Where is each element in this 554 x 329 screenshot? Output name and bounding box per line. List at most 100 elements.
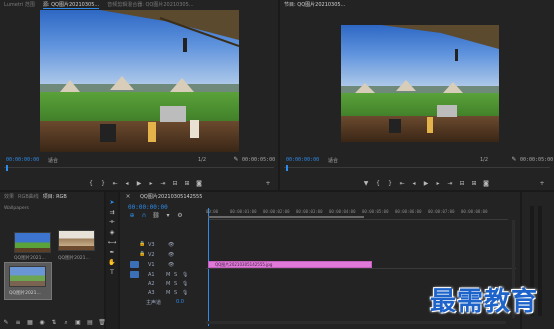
program-video-frame[interactable]	[341, 25, 499, 142]
eye-icon[interactable]: 👁	[168, 252, 174, 258]
master-volume[interactable]: 0.0	[176, 299, 184, 305]
mic-icon[interactable]: 🎙	[182, 272, 188, 278]
mark-out-icon[interactable]: }	[387, 180, 394, 188]
list-view-icon[interactable]: ≡	[14, 319, 22, 327]
project-item-thumbnail[interactable]	[58, 230, 95, 251]
program-fit-select[interactable]: 适合	[328, 157, 338, 164]
tab-sequence[interactable]: QQ图片20210305142555	[140, 193, 202, 200]
mute-button[interactable]: M	[166, 272, 170, 278]
wrench-icon[interactable]: ✎	[510, 156, 518, 164]
timeline-timecode[interactable]: 00:00:00:00	[128, 204, 168, 211]
mute-button[interactable]: M	[166, 290, 170, 296]
solo-button[interactable]: S	[174, 272, 177, 278]
go-to-in-icon[interactable]: ⇤	[112, 180, 119, 188]
solo-button[interactable]: S	[174, 290, 177, 296]
source-patch-v1[interactable]	[130, 261, 139, 268]
pencil-icon[interactable]: ✎	[2, 319, 10, 327]
settings-icon[interactable]: ⚙	[176, 212, 184, 220]
icon-view-icon[interactable]: ▦	[26, 319, 34, 327]
source-monitor-panel: Lumetri 范围 源: QQ图片20210305... 音频剪辑混合器: Q…	[0, 0, 278, 190]
program-playhead[interactable]	[286, 165, 288, 171]
tab-source[interactable]: 源: QQ图片20210305...	[42, 1, 100, 9]
tab-project[interactable]: 项目: RGB	[43, 193, 67, 200]
go-to-out-icon[interactable]: ⇥	[447, 180, 454, 188]
lock-icon[interactable]: 🔒	[139, 241, 148, 248]
extract-icon[interactable]: ⊞	[471, 180, 478, 188]
project-search-field[interactable]: Wallpapers	[4, 206, 29, 211]
project-panel: 效果 RGB曲线 项目: RGB Wallpapers QQ图片2021... …	[0, 192, 106, 329]
step-forward-icon[interactable]: ▸	[435, 180, 442, 188]
tab-lumetri-scopes[interactable]: Lumetri 范围	[4, 1, 35, 8]
sort-icon[interactable]: ⇅	[50, 319, 58, 327]
razor-tool-icon[interactable]: ◈	[108, 228, 116, 236]
program-scrubber[interactable]	[284, 167, 550, 171]
clip-label: QQ图片20210305142555.jpg	[215, 262, 273, 267]
eye-icon[interactable]: 👁	[168, 262, 174, 268]
add-marker-icon[interactable]: ▾	[164, 212, 172, 220]
step-forward-icon[interactable]: ▸	[148, 180, 155, 188]
ruler-tick: 00:00:05:00	[362, 209, 389, 214]
close-icon[interactable]: ×	[124, 193, 132, 201]
insert-icon[interactable]: ⊟	[172, 180, 179, 188]
track-select-icon[interactable]: ⇉	[108, 208, 116, 216]
tab-rgb-curves[interactable]: RGB曲线	[18, 193, 39, 200]
wrench-icon[interactable]: ✎	[232, 156, 240, 164]
project-item-thumbnail[interactable]	[9, 266, 46, 287]
camera-icon[interactable]: ◙	[483, 180, 490, 188]
lift-icon[interactable]: ⊟	[459, 180, 466, 188]
ripple-edit-icon[interactable]: ⟛	[108, 218, 116, 226]
new-bin-icon[interactable]: ▣	[74, 319, 82, 327]
source-fit-select[interactable]: 适合	[48, 157, 58, 164]
source-patch-a1[interactable]	[130, 271, 139, 278]
trash-icon[interactable]: 🗑	[98, 319, 106, 327]
step-back-icon[interactable]: ◂	[124, 180, 131, 188]
mark-in-icon[interactable]: {	[88, 180, 95, 188]
mic-icon[interactable]: 🎙	[182, 290, 188, 296]
slip-tool-icon[interactable]: ⟷	[108, 238, 117, 246]
project-item-label: QQ图片2021...	[9, 291, 41, 296]
nest-icon[interactable]: ⊕	[128, 212, 136, 220]
mark-out-icon[interactable]: }	[100, 180, 107, 188]
hand-tool-icon[interactable]: ✋	[108, 258, 116, 266]
selection-tool-icon[interactable]: ➤	[108, 198, 116, 206]
source-timecode[interactable]: 00:00:00:00	[6, 157, 39, 163]
search-icon[interactable]: ⌕	[62, 319, 70, 327]
tab-audio-clip-mixer[interactable]: 音频剪辑混合器: QQ图片20210305...	[107, 1, 193, 8]
marker-icon[interactable]: ▼	[363, 180, 370, 188]
timeline-work-area-bar[interactable]	[208, 216, 364, 218]
source-monitor-tabs: Lumetri 范围 源: QQ图片20210305... 音频剪辑混合器: Q…	[0, 0, 278, 9]
mute-button[interactable]: M	[166, 281, 170, 287]
timeline-clip[interactable]: QQ图片20210305142555.jpg	[208, 261, 372, 268]
pen-tool-icon[interactable]: ✒	[108, 248, 116, 256]
linked-selection-icon[interactable]: ⛓	[152, 212, 160, 220]
play-icon[interactable]: ▶	[136, 180, 143, 188]
timeline-tabs: × QQ图片20210305142555	[120, 192, 520, 201]
go-to-in-icon[interactable]: ⇤	[399, 180, 406, 188]
eye-icon[interactable]: 👁	[168, 242, 174, 248]
timeline-horizontal-scrollbar[interactable]	[206, 321, 506, 324]
add-button-icon[interactable]: +	[264, 180, 272, 188]
mic-icon[interactable]: 🎙	[182, 281, 188, 287]
step-back-icon[interactable]: ◂	[411, 180, 418, 188]
program-timecode[interactable]: 00:00:00:00	[286, 157, 319, 163]
source-playhead[interactable]	[6, 165, 8, 171]
tab-program[interactable]: 节目: QQ图片20210305...	[284, 1, 345, 8]
type-tool-icon[interactable]: T	[108, 268, 116, 276]
mark-in-icon[interactable]: {	[375, 180, 382, 188]
track-id: A3	[148, 290, 155, 296]
go-to-out-icon[interactable]: ⇥	[160, 180, 167, 188]
tab-effects[interactable]: 效果	[4, 193, 14, 200]
camera-icon[interactable]: ◙	[196, 180, 203, 188]
solo-button[interactable]: S	[174, 281, 177, 287]
overwrite-icon[interactable]: ⊞	[184, 180, 191, 188]
master-label: 主声道	[146, 300, 162, 306]
lock-icon[interactable]: 🔒	[139, 251, 148, 258]
new-item-icon[interactable]: ▤	[86, 319, 94, 327]
project-item-thumbnail[interactable]	[14, 232, 51, 253]
source-scrubber[interactable]	[4, 167, 274, 171]
play-icon[interactable]: ▶	[423, 180, 430, 188]
source-video-frame[interactable]	[40, 10, 239, 152]
add-button-icon[interactable]: +	[538, 180, 546, 188]
snap-icon[interactable]: ∩	[140, 212, 148, 220]
zoom-slider-icon[interactable]: ◉	[38, 319, 46, 327]
